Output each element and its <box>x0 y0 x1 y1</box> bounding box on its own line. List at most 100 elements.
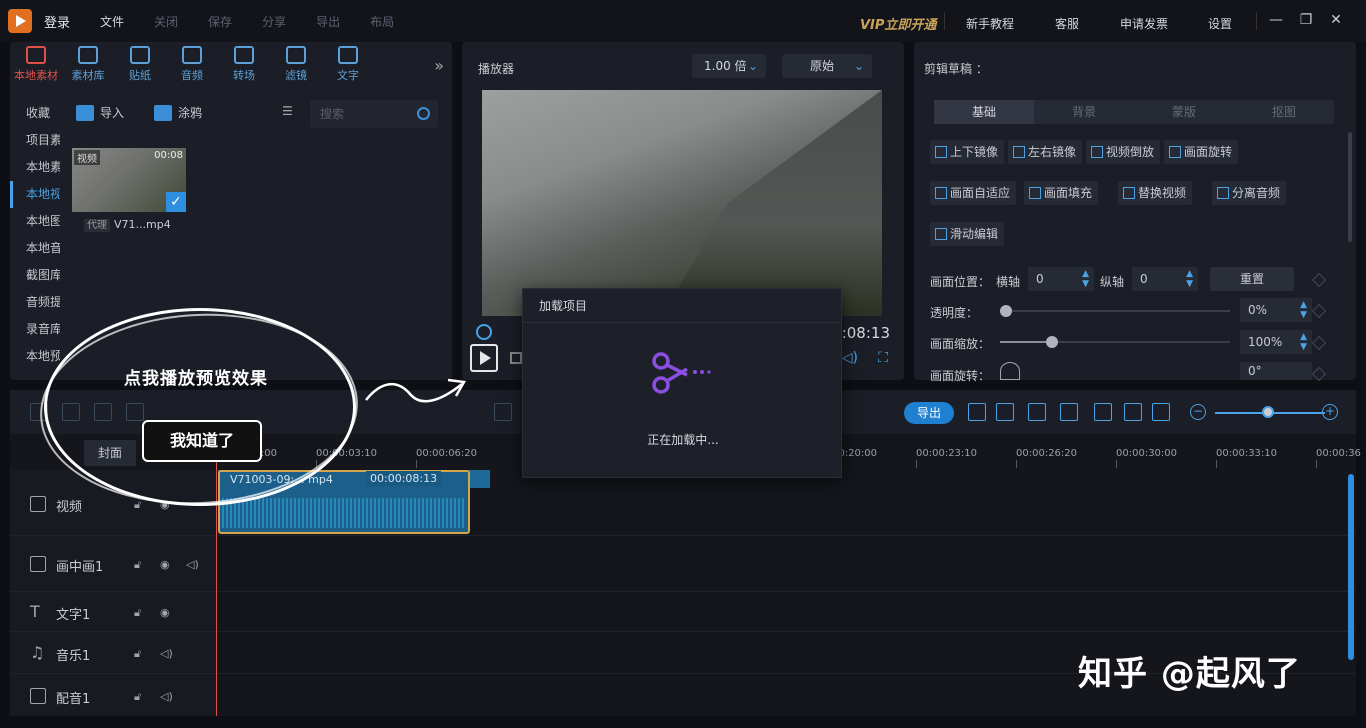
scissors-icon[interactable] <box>1094 403 1112 421</box>
menu-layout[interactable]: 布局 <box>370 13 394 30</box>
rotation-input[interactable]: 0° <box>1240 362 1312 380</box>
invoice-link[interactable]: 申请发票 <box>1120 15 1168 32</box>
zoom-out-icon[interactable]: − <box>1190 404 1206 420</box>
crop-icon[interactable] <box>494 403 512 421</box>
opacity-input[interactable]: 0% ▲ ▼ <box>1240 298 1312 322</box>
align-icon[interactable] <box>1028 403 1046 421</box>
columns-icon[interactable] <box>1060 403 1078 421</box>
menu-save[interactable]: 保存 <box>208 13 232 30</box>
keyframe-icon[interactable] <box>1311 335 1327 351</box>
track-pip[interactable] <box>216 536 1356 592</box>
speed-select[interactable]: 1.00 倍 ⌄ <box>692 54 766 78</box>
menu-share[interactable]: 分享 <box>262 13 286 30</box>
play-button[interactable] <box>470 344 498 372</box>
volume-icon[interactable]: ◁) <box>842 350 858 366</box>
volume-icon[interactable]: ◁) <box>160 690 173 703</box>
y-axis-input[interactable]: 0 ▲ ▼ <box>1132 267 1198 291</box>
login-link[interactable]: 登录 <box>44 12 70 31</box>
keyframe-icon[interactable] <box>1311 366 1327 382</box>
scale-slider[interactable] <box>1000 336 1230 348</box>
tutorial-link[interactable]: 新手教程 <box>966 15 1014 32</box>
slider-knob[interactable] <box>1046 336 1058 348</box>
support-link[interactable]: 客服 <box>1055 15 1079 32</box>
expand-icon[interactable] <box>1152 403 1170 421</box>
flip-horizontal-button[interactable]: 左右镜像 <box>1008 140 1083 164</box>
fill-frame-button[interactable]: 画面填充 <box>1024 181 1099 205</box>
vip-upgrade-link[interactable]: VIP立即开通 <box>860 14 936 33</box>
tab-local-media[interactable]: 本地素材 <box>10 42 62 92</box>
sidebar-item-local-video[interactable]: 本地视 <box>10 181 60 208</box>
rotation-dial-icon[interactable] <box>1000 362 1020 380</box>
fit-icon[interactable] <box>996 403 1014 421</box>
tab-background[interactable]: 背景 <box>1034 100 1134 124</box>
menu-export[interactable]: 导出 <box>316 13 340 30</box>
sidebar-item-project[interactable]: 项目素 <box>10 127 60 154</box>
tab-basic[interactable]: 基础 <box>934 100 1034 124</box>
tab-stickers[interactable]: 贴纸 <box>114 42 166 92</box>
x-axis-input[interactable]: 0 ▲ ▼ <box>1028 267 1094 291</box>
search-input[interactable]: 搜索 <box>310 100 438 128</box>
tab-text[interactable]: 文字 <box>322 42 374 92</box>
fit-frame-button[interactable]: 画面自适应 <box>930 181 1017 205</box>
lock-icon[interactable]: 🔓︎ <box>134 647 141 661</box>
stepper-icon[interactable]: ▲ ▼ <box>1300 332 1307 352</box>
eye-icon[interactable]: ◉ <box>160 558 170 571</box>
reverse-video-button[interactable]: 视频倒放 <box>1086 140 1161 164</box>
eye-icon[interactable]: ◉ <box>160 606 170 619</box>
maximize-icon[interactable]: ❐ <box>1298 12 1314 28</box>
opacity-slider[interactable] <box>1000 305 1230 317</box>
keyframe-icon[interactable] <box>1311 272 1327 288</box>
shield-icon[interactable] <box>1124 403 1142 421</box>
search-icon[interactable] <box>417 107 430 120</box>
menu-close[interactable]: 关闭 <box>154 13 178 30</box>
replace-video-button[interactable]: 替换视频 <box>1118 181 1193 205</box>
scale-input[interactable]: 100% ▲ ▼ <box>1240 330 1312 354</box>
volume-icon[interactable]: ◁) <box>186 558 199 571</box>
detach-audio-button[interactable]: 分离音频 <box>1212 181 1287 205</box>
slide-edit-button[interactable]: 滑动编辑 <box>930 222 1005 246</box>
flip-vertical-button[interactable]: 上下镜像 <box>930 140 1005 164</box>
stop-button[interactable] <box>510 352 522 364</box>
tab-media-library[interactable]: 素材库 <box>62 42 114 92</box>
zoom-slider-knob[interactable] <box>1262 406 1274 418</box>
sidebar-item-local-image[interactable]: 本地图 <box>10 208 60 235</box>
sidebar-item-favorites[interactable]: 收藏 <box>10 100 60 127</box>
close-icon[interactable]: ✕ <box>1328 12 1344 28</box>
sidebar-item-local-all[interactable]: 本地素 <box>10 154 60 181</box>
scrollbar[interactable] <box>1348 132 1352 242</box>
slider-knob[interactable] <box>1000 305 1012 317</box>
tab-mask[interactable]: 蒙版 <box>1134 100 1234 124</box>
tab-cutout[interactable]: 抠图 <box>1234 100 1334 124</box>
scrollbar[interactable] <box>1348 474 1354 660</box>
sidebar-item-local-preset[interactable]: 本地预 <box>10 343 60 370</box>
volume-icon[interactable]: ◁) <box>160 647 173 660</box>
sidebar-item-audio-extract[interactable]: 音频提 <box>10 289 60 316</box>
sidebar-item-recordings[interactable]: 录音库 <box>10 316 60 343</box>
stepper-icon[interactable]: ▲ ▼ <box>1082 269 1089 289</box>
keyframe-icon[interactable] <box>1311 303 1327 319</box>
snapshot-icon[interactable] <box>968 403 986 421</box>
tab-filter[interactable]: 滤镜 <box>270 42 322 92</box>
sort-icon[interactable]: ☰ <box>282 104 293 118</box>
track-text[interactable] <box>216 592 1356 632</box>
import-button[interactable]: 导入 <box>76 104 124 121</box>
fullscreen-icon[interactable]: ⛶ <box>878 350 888 366</box>
lock-icon[interactable]: 🔓︎ <box>134 606 141 620</box>
media-thumbnail[interactable]: 视频 00:08 ✓ <box>72 148 186 212</box>
got-it-button[interactable]: 我知道了 <box>142 420 262 462</box>
lock-icon[interactable]: 🔓︎ <box>134 690 141 704</box>
menu-file[interactable]: 文件 <box>100 13 124 30</box>
export-button[interactable]: 导出 <box>904 402 954 424</box>
stepper-icon[interactable]: ▲ ▼ <box>1186 269 1193 289</box>
video-preview[interactable] <box>482 90 882 316</box>
paint-button[interactable]: 涂鸦 <box>154 104 202 121</box>
lock-icon[interactable]: 🔓︎ <box>134 498 141 512</box>
sidebar-item-local-audio[interactable]: 本地音 <box>10 235 60 262</box>
stepper-icon[interactable]: ▲ ▼ <box>1300 300 1307 320</box>
lock-icon[interactable]: 🔓︎ <box>134 558 141 572</box>
minimize-icon[interactable]: — <box>1268 12 1284 28</box>
aspect-ratio-select[interactable]: 原始 ⌄ <box>782 54 872 78</box>
zoom-in-icon[interactable]: + <box>1322 404 1338 420</box>
reset-position-button[interactable]: 重置 <box>1210 267 1294 291</box>
tab-audio[interactable]: 音频 <box>166 42 218 92</box>
